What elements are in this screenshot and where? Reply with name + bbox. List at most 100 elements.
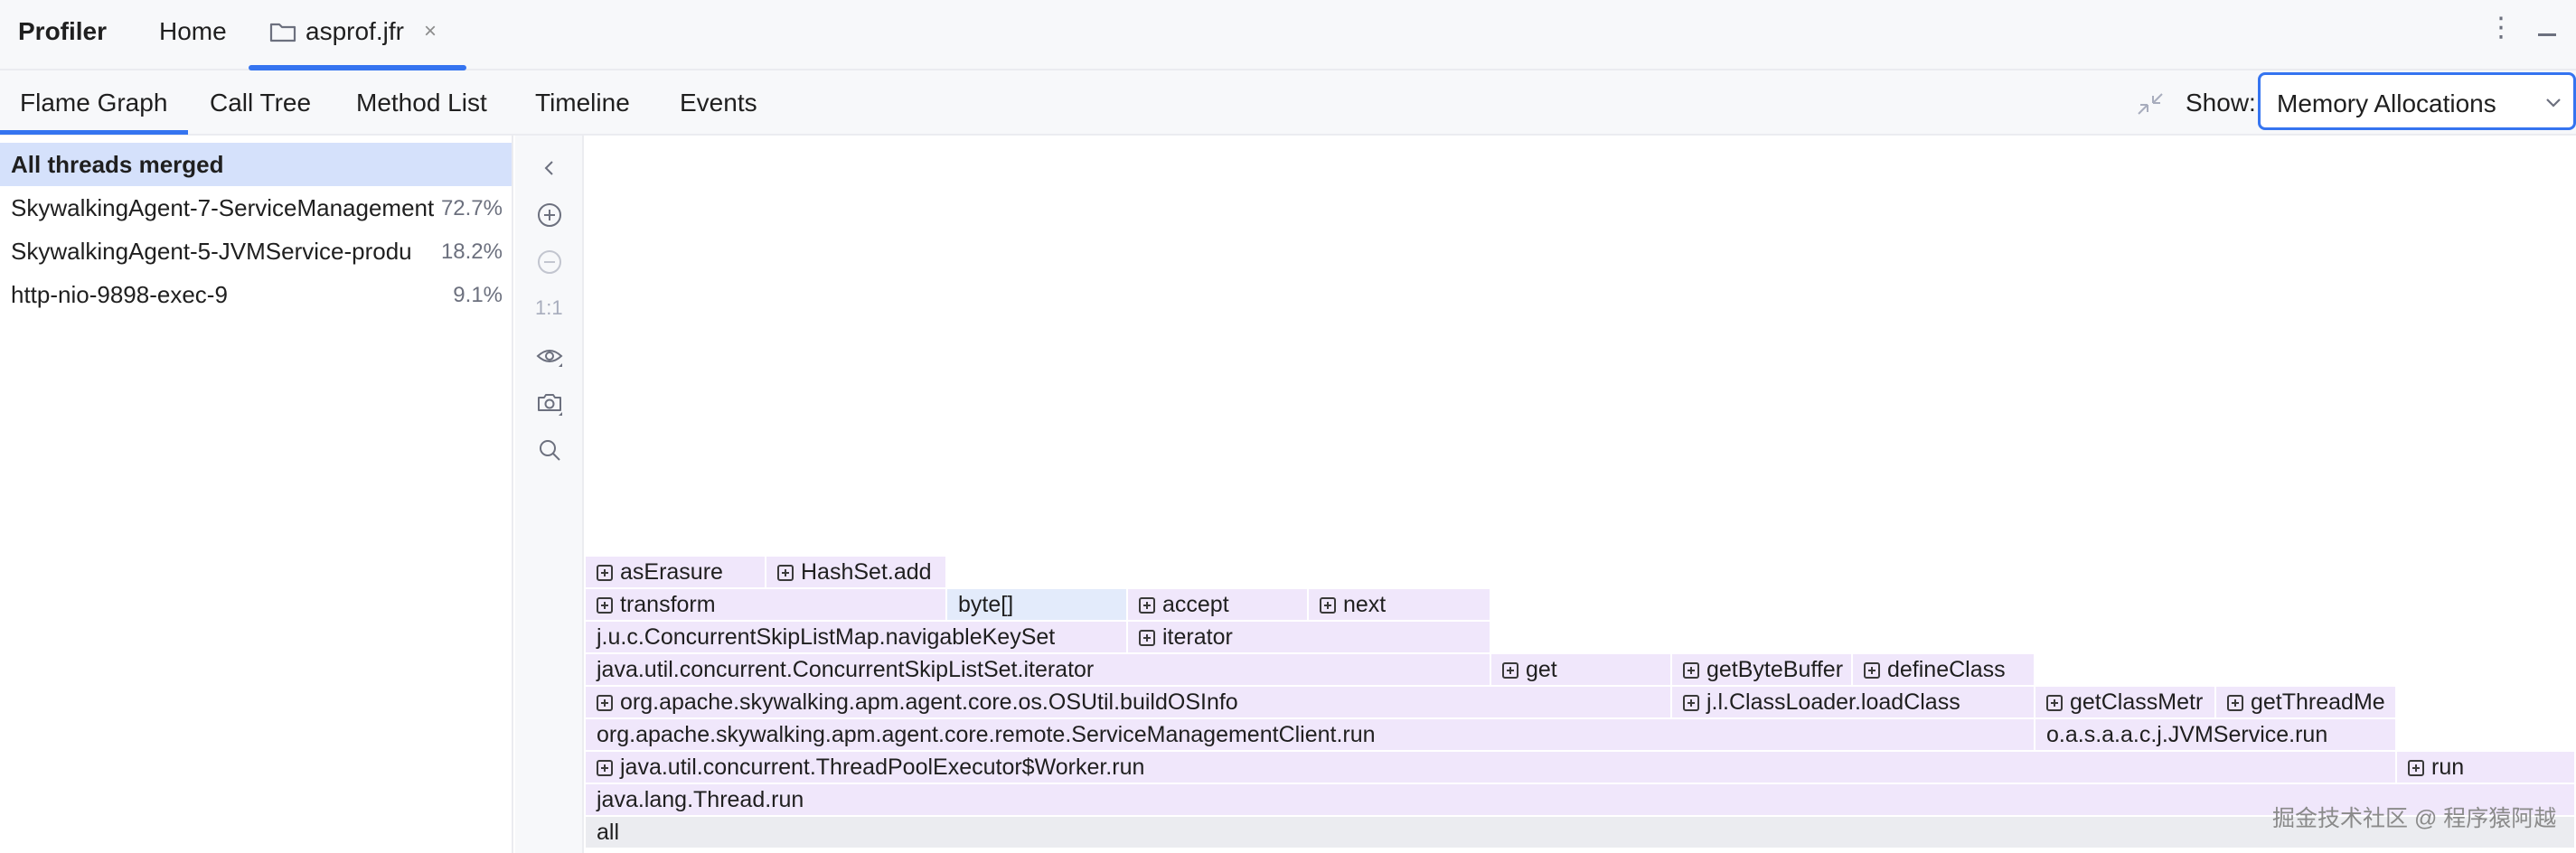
flame-frame[interactable]: o.a.s.a.a.c.j.JVMService.run (2035, 719, 2397, 752)
tab-asprof-file[interactable]: asprof.jfr × (269, 17, 437, 46)
frame-label: org.apache.skywalking.apm.agent.core.os.… (620, 689, 1238, 715)
thread-percentage: 18.2% (440, 239, 503, 264)
flame-frame[interactable]: accept (1128, 589, 1309, 622)
flame-frame[interactable]: next (1309, 589, 1491, 622)
expand-icon (777, 565, 794, 581)
flame-frame[interactable]: getByteBuffer (1672, 654, 1853, 687)
watermark: 掘金技术社区 @ 程序猿阿越 (2272, 806, 2557, 831)
flame-frame[interactable]: j.u.c.ConcurrentSkipListMap.navigableKey… (586, 622, 1128, 654)
flame-frame[interactable]: run (2397, 752, 2576, 784)
thread-name: SkywalkingAgent-7-ServiceManagement (11, 194, 435, 221)
flame-frame[interactable]: HashSet.add (766, 557, 947, 589)
frame-label: java.lang.Thread.run (597, 787, 804, 812)
camera-icon[interactable] (535, 389, 564, 417)
zoom-in-icon[interactable] (535, 201, 564, 230)
frame-label: java.util.concurrent.ThreadPoolExecutor$… (620, 755, 1145, 780)
folder-icon (269, 23, 296, 42)
zoom-out-icon[interactable] (535, 248, 564, 277)
thread-name: SkywalkingAgent-5-JVMService-produ (11, 238, 412, 265)
flame-frame[interactable]: java.util.concurrent.ConcurrentSkipListS… (586, 654, 1491, 687)
close-tab-icon[interactable]: × (424, 19, 437, 44)
tab-file-label: asprof.jfr (306, 17, 404, 45)
tab-home-label: Home (159, 17, 227, 45)
chevron-down-icon (2546, 98, 2561, 108)
expand-icon (1320, 597, 1336, 614)
frame-label: getThreadMe (2251, 689, 2385, 715)
tab-timeline[interactable]: Timeline (535, 89, 630, 117)
show-label: Show: (2186, 89, 2256, 117)
frame-label: j.u.c.ConcurrentSkipListMap.navigableKey… (597, 624, 1056, 650)
expand-icon (597, 565, 613, 581)
flame-frame[interactable]: byte[] (947, 589, 1128, 622)
flame-frame[interactable]: transform (586, 589, 947, 622)
tab-home[interactable]: Home (159, 17, 227, 46)
frame-label: accept (1162, 592, 1229, 617)
app-title: Profiler (18, 17, 108, 45)
tab-events[interactable]: Events (680, 89, 757, 117)
expand-icon (2408, 760, 2424, 776)
thread-percentage: 72.7% (440, 196, 503, 220)
thread-list: All threads merged SkywalkingAgent-7-Ser… (0, 136, 513, 853)
frame-label: all (597, 820, 620, 845)
thread-row[interactable]: SkywalkingAgent-5-JVMService-produ 18.2% (0, 230, 512, 273)
flame-graph: asErasure HashSet.add transform byte[] a… (586, 136, 2576, 853)
expand-icon (1139, 597, 1155, 614)
tab-flame-graph[interactable]: Flame Graph (20, 89, 167, 117)
expand-icon (1683, 662, 1699, 679)
frame-label: getByteBuffer (1706, 657, 1844, 682)
search-icon[interactable] (535, 436, 564, 464)
active-view-indicator (0, 130, 188, 135)
expand-icon (597, 597, 613, 614)
flame-frame[interactable]: org.apache.skywalking.apm.agent.core.os.… (586, 687, 1672, 719)
flame-frame[interactable]: asErasure (586, 557, 766, 589)
frame-label: org.apache.skywalking.apm.agent.core.rem… (597, 722, 1376, 747)
expand-icon (1139, 630, 1155, 646)
tab-call-tree[interactable]: Call Tree (210, 89, 311, 117)
chevron-left-icon[interactable] (535, 154, 564, 183)
frame-label: HashSet.add (801, 559, 932, 585)
expand-icon (597, 760, 613, 776)
frame-label: get (1526, 657, 1557, 682)
eye-icon[interactable] (535, 342, 564, 370)
frame-label: byte[] (958, 592, 1014, 617)
thread-row[interactable]: SkywalkingAgent-7-ServiceManagement 72.7… (0, 186, 512, 230)
thread-name: All threads merged (11, 151, 224, 178)
more-options-icon[interactable]: ⋮ (2487, 14, 2515, 42)
flame-frame[interactable]: getClassMetr (2035, 687, 2216, 719)
flame-frame[interactable]: org.apache.skywalking.apm.agent.core.rem… (586, 719, 2035, 752)
tab-method-list[interactable]: Method List (356, 89, 487, 117)
minimize-icon[interactable] (2538, 33, 2556, 36)
frame-label: next (1343, 592, 1387, 617)
frame-label: o.a.s.a.a.c.j.JVMService.run (2046, 722, 2328, 747)
frame-label: transform (620, 592, 716, 617)
flame-frame[interactable]: iterator (1128, 622, 1491, 654)
thread-percentage: 9.1% (453, 283, 503, 307)
actual-size-button[interactable]: 1:1 (535, 296, 563, 320)
frame-label: run (2431, 755, 2465, 780)
flame-frame[interactable]: get (1491, 654, 1672, 687)
thread-row[interactable]: http-nio-9898-exec-9 9.1% (0, 273, 512, 316)
flame-frame[interactable]: defineClass (1853, 654, 2035, 687)
graph-toolbar: 1:1 (515, 136, 584, 853)
frame-label: defineClass (1887, 657, 2006, 682)
flame-frame[interactable]: j.l.ClassLoader.loadClass (1672, 687, 2035, 719)
show-dropdown[interactable]: Memory Allocations (2258, 72, 2576, 130)
frame-label: iterator (1162, 624, 1233, 650)
thread-name: http-nio-9898-exec-9 (11, 281, 228, 308)
flame-frame[interactable]: java.util.concurrent.ThreadPoolExecutor$… (586, 752, 2397, 784)
thread-row[interactable]: All threads merged (0, 143, 512, 186)
expand-icon (1864, 662, 1880, 679)
view-tab-bar: Flame Graph Call Tree Method List Timeli… (0, 70, 2576, 136)
expand-icon (1683, 695, 1699, 711)
expand-icon (2227, 695, 2243, 711)
show-dropdown-value: Memory Allocations (2277, 89, 2496, 117)
frame-label: j.l.ClassLoader.loadClass (1706, 689, 1960, 715)
expand-icon (2046, 695, 2063, 711)
frame-label: getClassMetr (2070, 689, 2204, 715)
frame-label: asErasure (620, 559, 723, 585)
expand-icon (597, 695, 613, 711)
flame-frame[interactable]: getThreadMe (2216, 687, 2397, 719)
collapse-arrows-icon[interactable] (2135, 90, 2166, 117)
frame-label: java.util.concurrent.ConcurrentSkipListS… (597, 657, 1095, 682)
expand-icon (1502, 662, 1518, 679)
